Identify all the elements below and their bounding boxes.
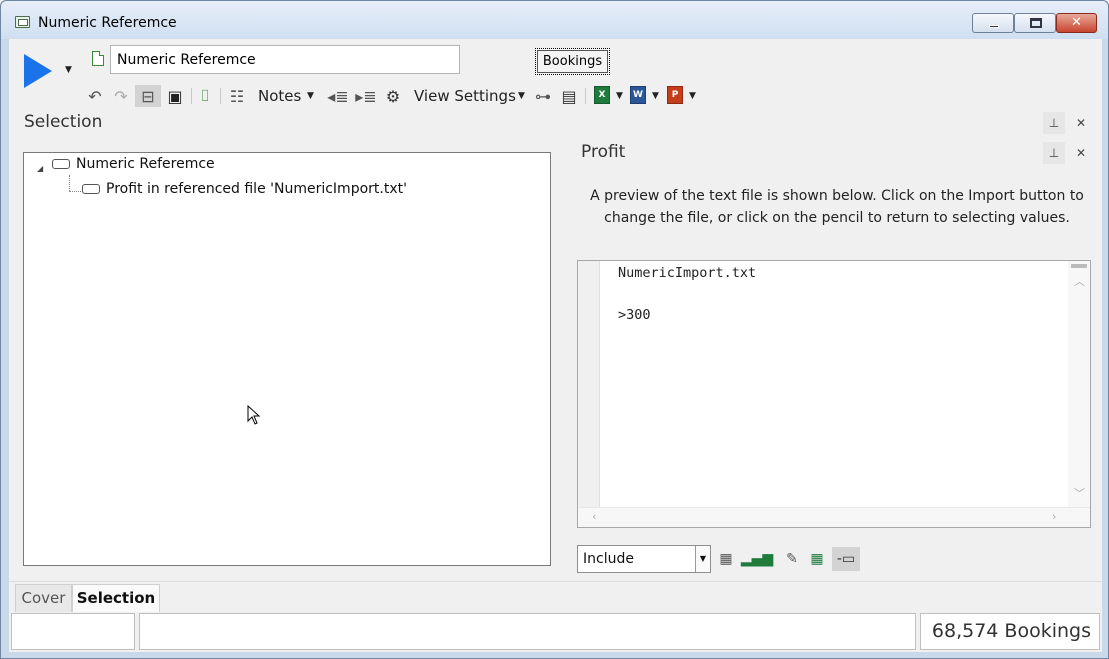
- excel-export-icon[interactable]: X: [594, 86, 610, 104]
- tab-selection[interactable]: Selection: [72, 584, 160, 612]
- pencil-icon[interactable]: ✎: [781, 547, 803, 571]
- close-window-button[interactable]: ✕: [1056, 13, 1097, 33]
- mouse-cursor-icon: [247, 405, 261, 425]
- window-title: Numeric Referemce: [38, 15, 177, 31]
- close-icon: ✕: [1071, 15, 1082, 30]
- app-window-icon: [15, 16, 30, 28]
- notes-button[interactable]: Notes: [258, 85, 301, 107]
- include-select-value: Include: [583, 551, 634, 567]
- tree-child-label: Profit in referenced file 'NumericImport…: [106, 181, 407, 197]
- view-settings-dropdown-icon[interactable]: ▼: [518, 91, 525, 101]
- run-dropdown-icon[interactable]: ▼: [65, 65, 72, 75]
- scroll-thumb[interactable]: [1071, 264, 1087, 268]
- preview-line: >300: [618, 307, 651, 323]
- node-icon: [52, 159, 70, 169]
- tab-cover[interactable]: Cover: [15, 584, 72, 612]
- clipboard-icon[interactable]: ☷: [227, 85, 247, 107]
- status-bookings-count: 68,574 Bookings: [920, 613, 1100, 650]
- redo-icon[interactable]: ↷: [111, 85, 131, 107]
- chevron-down-icon[interactable]: ▼: [695, 546, 710, 572]
- selection-tree[interactable]: ◢ Numeric Referemce Profit in referenced…: [23, 152, 551, 566]
- maximize-icon: [1030, 18, 1042, 28]
- tree-root-node[interactable]: Numeric Referemce: [52, 156, 215, 172]
- bookings-button[interactable]: Bookings: [535, 48, 610, 75]
- vertical-scrollbar[interactable]: ︿ ﹀: [1068, 261, 1090, 509]
- pin-icon[interactable]: ⊥: [1043, 112, 1065, 134]
- title-bar: Numeric Referemce ✕: [1, 1, 1108, 39]
- indent-right-icon[interactable]: ▸≣: [355, 85, 377, 107]
- text-preview[interactable]: NumericImport.txt >300 ︿ ﹀ ‹ ›: [577, 260, 1091, 528]
- tree-child-node[interactable]: Profit in referenced file 'NumericImport…: [82, 181, 407, 197]
- notes-dropdown-icon[interactable]: ▼: [307, 91, 314, 101]
- table-icon[interactable]: ▤: [558, 85, 580, 107]
- scroll-right-icon[interactable]: ›: [1052, 510, 1056, 523]
- tab-strip: [9, 581, 1102, 610]
- document-icon: [92, 51, 104, 66]
- undo-icon[interactable]: ↶: [85, 85, 105, 107]
- scroll-down-icon[interactable]: ﹀: [1074, 485, 1085, 501]
- node-icon: [82, 184, 100, 194]
- gear-icon[interactable]: ⚙: [382, 85, 404, 107]
- scroll-left-icon[interactable]: ‹: [592, 510, 596, 523]
- pin-icon[interactable]: ⊥: [1043, 142, 1065, 164]
- powerpoint-dropdown-icon[interactable]: ▼: [689, 91, 696, 101]
- toolbar-separator: [220, 88, 221, 104]
- minimize-icon: [989, 25, 999, 28]
- hierarchy-icon[interactable]: ⊶: [533, 85, 553, 107]
- bar-chart-icon[interactable]: ▂▄▆: [741, 547, 773, 571]
- profit-pane-title: Profit: [581, 142, 626, 162]
- run-button[interactable]: [24, 54, 52, 88]
- view-settings-button[interactable]: View Settings: [414, 85, 516, 107]
- database-icon[interactable]: ⌷: [195, 85, 215, 107]
- powerpoint-export-icon[interactable]: P: [667, 86, 683, 104]
- excel-dropdown-icon[interactable]: ▼: [616, 91, 623, 101]
- tree-connector: [69, 191, 81, 192]
- close-pane-icon[interactable]: ✕: [1070, 112, 1092, 134]
- word-export-icon[interactable]: W: [630, 86, 646, 104]
- word-dropdown-icon[interactable]: ▼: [652, 91, 659, 101]
- preview-gutter: [578, 261, 600, 509]
- minimize-button[interactable]: [972, 13, 1014, 33]
- selection-name-input[interactable]: [110, 45, 460, 74]
- scroll-up-icon[interactable]: ︿: [1074, 273, 1085, 289]
- preview-description: A preview of the text file is shown belo…: [590, 188, 1084, 226]
- lock-icon[interactable]: ⊟: [135, 85, 161, 107]
- include-select[interactable]: Include ▼: [577, 545, 711, 573]
- maximize-button[interactable]: [1014, 13, 1056, 33]
- client-area: ▼ Bookings ↶ ↷ ⊟ ▣ ⌷ ☷ Notes ▼ ◂≣ ▸≣ ⚙ V…: [9, 39, 1102, 652]
- app-window: Numeric Referemce ✕ ▼ Bookings ↶ ↷ ⊟ ▣ ⌷…: [0, 0, 1109, 659]
- close-pane-icon[interactable]: ✕: [1070, 142, 1092, 164]
- preview-line: NumericImport.txt: [618, 265, 757, 281]
- horizontal-scrollbar[interactable]: ‹ ›: [578, 507, 1090, 527]
- toolbar-separator: [585, 88, 586, 104]
- toolbar-separator: [191, 88, 192, 104]
- import-file-icon[interactable]: ▦: [715, 547, 737, 571]
- selection-pane-title: Selection: [24, 112, 103, 132]
- save-icon[interactable]: ▣: [164, 85, 186, 107]
- link-icon[interactable]: -▭: [832, 547, 860, 571]
- indent-left-icon[interactable]: ◂≣: [327, 85, 349, 107]
- status-cell: [11, 613, 135, 650]
- tree-root-label: Numeric Referemce: [76, 156, 215, 172]
- grid-icon[interactable]: ▦: [806, 547, 828, 571]
- status-cell: [139, 613, 916, 650]
- tree-connector: [69, 175, 70, 191]
- collapse-icon[interactable]: ◢: [37, 164, 43, 173]
